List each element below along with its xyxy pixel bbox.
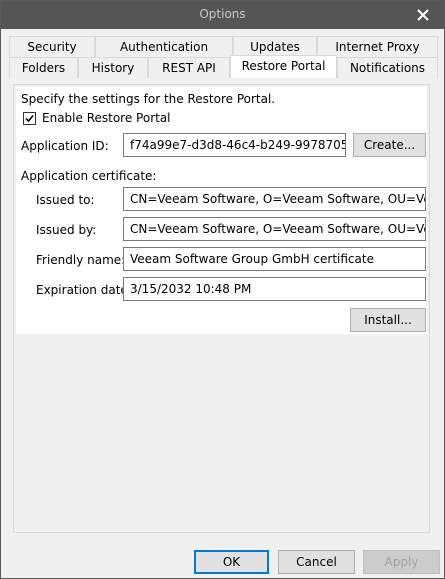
tab-row-1: Security Authentication Updates Internet… xyxy=(9,36,438,57)
close-button[interactable] xyxy=(406,2,440,28)
description-text: Specify the settings for the Restore Por… xyxy=(21,92,276,106)
issued-by-field[interactable]: CN=Veeam Software, O=Veeam Software, OU=… xyxy=(123,217,426,241)
expiration-date-field[interactable]: 3/15/2032 10:48 PM xyxy=(123,277,426,301)
tab-panel: Specify the settings for the Restore Por… xyxy=(13,84,430,533)
tab-authentication[interactable]: Authentication xyxy=(95,36,233,57)
create-button[interactable]: Create... xyxy=(353,133,426,157)
close-icon xyxy=(417,9,429,21)
expiration-date-label: Expiration date: xyxy=(36,283,132,297)
issued-to-field[interactable]: CN=Veeam Software, O=Veeam Software, OU=… xyxy=(123,187,426,211)
window-title: Options xyxy=(199,7,246,21)
issued-to-label: Issued to: xyxy=(36,193,95,207)
title-bar: Options xyxy=(1,1,444,29)
friendly-name-label: Friendly name: xyxy=(36,253,126,267)
application-certificate-label: Application certificate: xyxy=(21,169,157,183)
enable-restore-portal-checkbox[interactable] xyxy=(23,112,36,125)
restore-portal-settings: Specify the settings for the Restore Por… xyxy=(16,87,427,334)
apply-button[interactable]: Apply xyxy=(363,550,440,574)
enable-restore-portal-label: Enable Restore Portal xyxy=(42,111,171,125)
tab-internet-proxy[interactable]: Internet Proxy xyxy=(317,36,438,57)
tab-history[interactable]: History xyxy=(78,57,148,78)
tab-folders[interactable]: Folders xyxy=(9,57,78,78)
issued-by-label: Issued by: xyxy=(36,223,97,237)
application-id-label: Application ID: xyxy=(21,139,109,153)
tab-row-2: Folders History REST API Restore Portal … xyxy=(9,55,438,78)
cancel-button[interactable]: Cancel xyxy=(278,550,355,574)
install-button[interactable]: Install... xyxy=(350,308,426,332)
options-dialog: Options Security Authentication Updates … xyxy=(0,0,445,579)
ok-button[interactable]: OK xyxy=(194,550,269,574)
checkmark-icon xyxy=(25,114,34,123)
tab-restore-portal[interactable]: Restore Portal xyxy=(230,55,337,78)
tab-rest-api[interactable]: REST API xyxy=(148,57,230,78)
application-id-field[interactable]: f74a99e7-d3d8-46c4-b249-99787059cea5 xyxy=(123,133,346,157)
tab-updates[interactable]: Updates xyxy=(233,36,317,57)
tab-security[interactable]: Security xyxy=(9,36,95,57)
friendly-name-field[interactable]: Veeam Software Group GmbH certificate xyxy=(123,247,426,271)
tab-notifications[interactable]: Notifications xyxy=(337,57,438,78)
